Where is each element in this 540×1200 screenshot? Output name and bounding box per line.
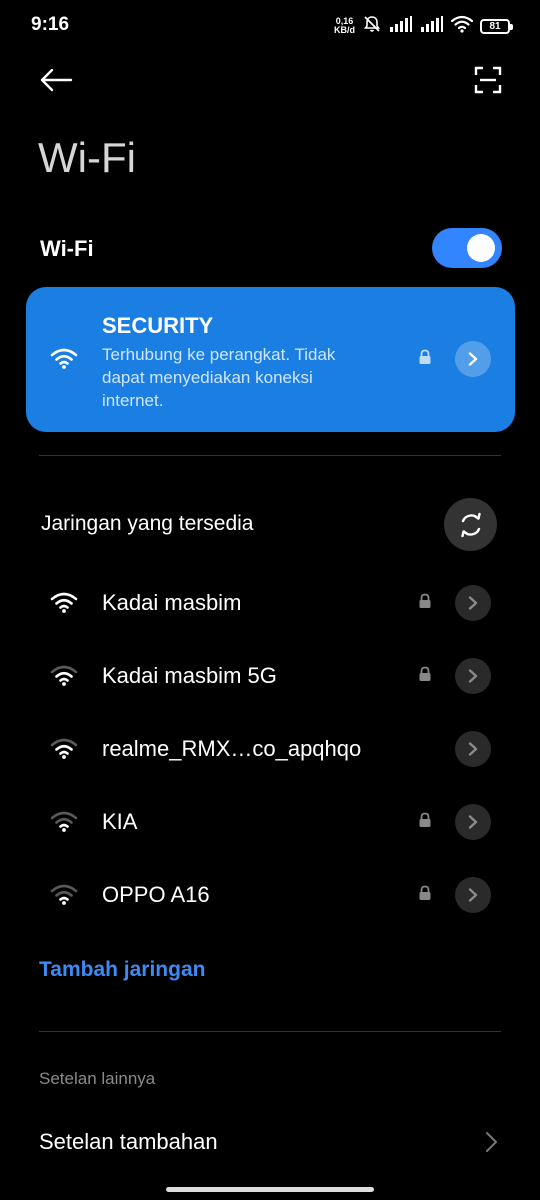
wifi-status-icon bbox=[450, 15, 474, 38]
back-button[interactable] bbox=[34, 58, 78, 102]
status-icons: 0,16 KB/d 81 bbox=[334, 14, 513, 39]
wifi-signal-icon bbox=[50, 591, 78, 618]
chevron-right-icon bbox=[468, 888, 478, 902]
network-details-button[interactable] bbox=[455, 804, 491, 840]
wifi-signal-icon bbox=[50, 737, 78, 764]
available-networks-title: Jaringan yang tersedia bbox=[41, 512, 254, 535]
wifi-signal-icon bbox=[50, 810, 78, 837]
chevron-right-icon bbox=[484, 1131, 498, 1158]
page-title: Wi-Fi bbox=[38, 134, 136, 181]
chevron-right-icon bbox=[468, 742, 478, 756]
network-row[interactable]: Kadai masbim bbox=[0, 573, 540, 633]
wifi-switch[interactable] bbox=[432, 228, 502, 268]
network-details-button[interactable] bbox=[455, 341, 491, 377]
network-name: KIA bbox=[102, 809, 138, 834]
battery-level: 81 bbox=[489, 20, 501, 32]
refresh-icon bbox=[460, 512, 481, 537]
connected-network-card[interactable]: SECURITY Terhubung ke perangkat. Tidak d… bbox=[26, 287, 515, 432]
network-speed-unit: KB/d bbox=[334, 25, 355, 35]
wifi-full-icon bbox=[50, 347, 78, 374]
lock-icon bbox=[418, 349, 432, 370]
divider bbox=[39, 455, 501, 456]
additional-settings-row[interactable]: Setelan tambahan bbox=[0, 1112, 540, 1172]
chevron-right-icon bbox=[468, 815, 478, 829]
lock-icon bbox=[418, 666, 432, 687]
divider bbox=[39, 1031, 501, 1032]
battery-icon: 81 bbox=[480, 18, 513, 34]
network-name: Kadai masbim 5G bbox=[102, 663, 277, 688]
network-details-button[interactable] bbox=[455, 877, 491, 913]
wifi-toggle-label: Wi-Fi bbox=[40, 236, 94, 261]
additional-settings-label: Setelan tambahan bbox=[39, 1129, 218, 1154]
status-time: 9:16 bbox=[31, 14, 70, 35]
status-bar: 9:16 0,16 KB/d 81 bbox=[0, 0, 540, 52]
lock-icon bbox=[418, 812, 432, 833]
scan-icon bbox=[474, 66, 502, 94]
chevron-right-icon bbox=[468, 669, 478, 683]
network-speed: 0,16 KB/d bbox=[334, 17, 355, 35]
lock-icon bbox=[418, 593, 432, 614]
available-networks-header: Jaringan yang tersedia bbox=[0, 495, 540, 551]
network-row[interactable]: KIA bbox=[0, 792, 540, 852]
network-details-button[interactable] bbox=[455, 731, 491, 767]
connected-network-status: Terhubung ke perangkat. Tidak dapat meny… bbox=[102, 345, 336, 410]
wifi-signal-icon bbox=[50, 664, 78, 691]
connected-network-name: SECURITY bbox=[102, 313, 214, 338]
mute-icon bbox=[362, 14, 382, 39]
section-label-more-settings: Setelan lainnya bbox=[39, 1069, 156, 1088]
chevron-right-icon bbox=[468, 596, 478, 610]
network-name: Kadai masbim bbox=[102, 590, 242, 615]
scan-qr-button[interactable] bbox=[466, 58, 510, 102]
network-row[interactable]: OPPO A16 bbox=[0, 865, 540, 925]
wifi-signal-icon bbox=[50, 883, 78, 910]
refresh-button[interactable] bbox=[444, 498, 497, 551]
switch-knob bbox=[467, 234, 495, 262]
wifi-toggle-row[interactable]: Wi-Fi bbox=[0, 220, 540, 276]
signal-icon bbox=[389, 15, 413, 37]
add-network-link[interactable]: Tambah jaringan bbox=[39, 958, 205, 982]
network-details-button[interactable] bbox=[455, 585, 491, 621]
network-name: OPPO A16 bbox=[102, 882, 210, 907]
network-row[interactable]: realme_RMX…co_apqhqo bbox=[0, 719, 540, 779]
network-details-button[interactable] bbox=[455, 658, 491, 694]
back-arrow-icon bbox=[40, 68, 73, 92]
signal-icon bbox=[420, 15, 444, 37]
home-indicator[interactable] bbox=[166, 1187, 374, 1192]
chevron-right-icon bbox=[468, 352, 478, 366]
network-row[interactable]: Kadai masbim 5G bbox=[0, 646, 540, 706]
network-name: realme_RMX…co_apqhqo bbox=[102, 736, 362, 761]
lock-icon bbox=[418, 885, 432, 906]
